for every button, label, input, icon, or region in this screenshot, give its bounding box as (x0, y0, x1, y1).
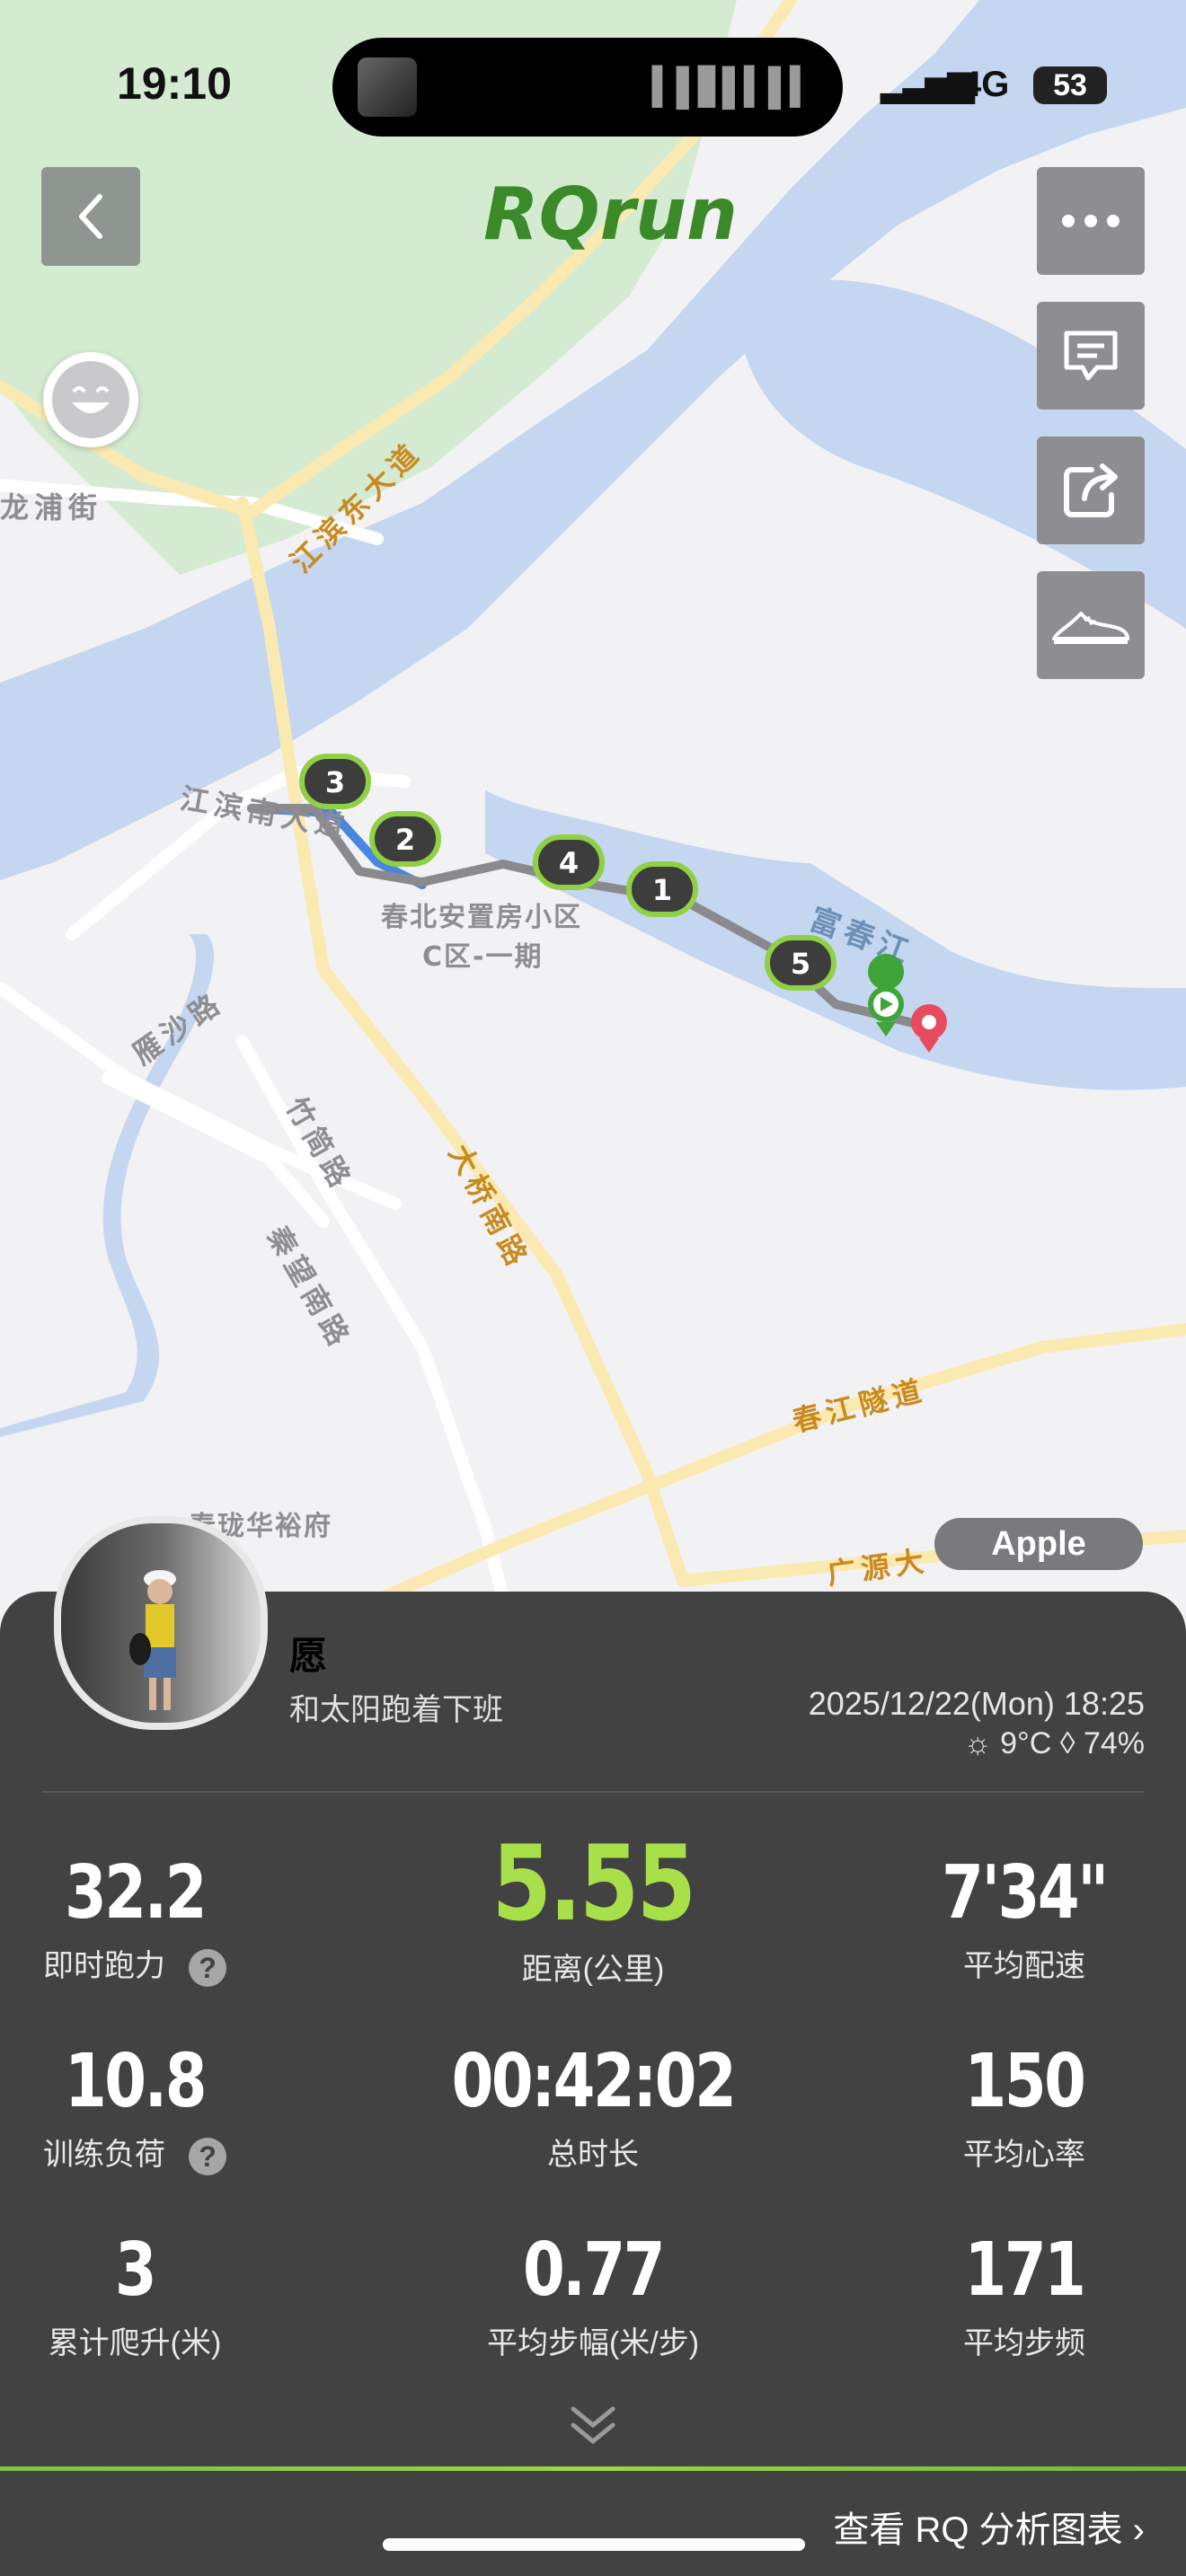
panel-divider (41, 1791, 1145, 1793)
stat-value: 7'34" (942, 1850, 1109, 1936)
stat-avg-pace: 7'34" 平均配速 (907, 1850, 1141, 1985)
stat-cadence: 171 平均步频 (907, 2228, 1141, 2362)
smile-icon (52, 361, 129, 438)
battery-icon: 53 (1033, 66, 1107, 104)
share-button[interactable] (1037, 437, 1145, 544)
map-label-community-2: C区-一期 (422, 941, 544, 973)
stat-value: 171 (964, 2228, 1086, 2313)
view-analysis-link[interactable]: 查看 RQ 分析图表 › (833, 2501, 1145, 2553)
user-motto: 和太阳跑着下班 (289, 1693, 503, 1727)
status-time: 19:10 (117, 58, 232, 109)
share-icon (1064, 463, 1118, 517)
stat-label: 平均步频 (963, 2326, 1085, 2360)
stat-label: 平均配速 (963, 1949, 1085, 1983)
user-name: 愿 (289, 1635, 328, 1677)
help-icon[interactable]: ? (189, 2138, 226, 2176)
more-icon (1062, 215, 1120, 227)
stat-training-load: 10.8 训练负荷? (18, 2039, 252, 2176)
stat-label: 距离(公里) (521, 1953, 665, 1987)
stat-value: 3 (114, 2228, 157, 2313)
home-indicator[interactable] (383, 2538, 805, 2551)
stat-value: 00:42:02 (451, 2039, 737, 2124)
stat-value: 10.8 (64, 2039, 208, 2124)
accent-line (0, 2466, 1186, 2471)
map-source-badge: Apple (934, 1518, 1143, 1570)
stat-label: 总时长 (547, 2138, 639, 2172)
brand-logo: RQrun (483, 172, 738, 256)
shoe-icon (1052, 612, 1129, 644)
now-playing-artwork (358, 57, 417, 117)
comment-icon (1064, 331, 1118, 381)
stat-label: 训练负荷? (18, 2130, 252, 2176)
status-bar: 19:10 ▍▌▋▌▍▌▍ ▂▃▅▆ 4G 53 (0, 0, 1186, 162)
stat-value: 0.77 (522, 2228, 666, 2313)
user-photo (129, 1570, 176, 1710)
more-button[interactable] (1037, 167, 1145, 275)
stat-total-time: 00:42:02 总时长 (395, 2039, 791, 2174)
run-datetime: 2025/12/22(Mon) 18:25 (808, 1685, 1145, 1722)
user-avatar[interactable] (54, 1516, 268, 1730)
chevron-double-down-icon (571, 2406, 615, 2445)
audio-wave-icon: ▍▌▋▌▍▌▍ (651, 67, 818, 107)
signal-icon: ▂▃▅▆ (881, 64, 975, 103)
map-label-community: 春北安置房小区 (381, 902, 582, 933)
expand-button[interactable] (568, 2404, 618, 2453)
stat-label: 即时跑力? (18, 1941, 252, 1988)
back-button[interactable] (41, 167, 140, 266)
emoji-avatar[interactable] (43, 352, 138, 447)
stat-label: 平均步幅(米/步) (486, 2326, 700, 2360)
comment-button[interactable] (1037, 302, 1145, 410)
stat-stride: 0.77 平均步幅(米/步) (395, 2228, 791, 2362)
stat-value: 150 (964, 2039, 1086, 2124)
stat-elevation: 3 累计爬升(米) (18, 2228, 252, 2362)
stat-running-power: 32.2 即时跑力? (18, 1850, 252, 1988)
stat-distance: 5.55 距离(公里) (413, 1823, 773, 1989)
network-type: 4G (961, 65, 1010, 104)
shoe-button[interactable] (1037, 571, 1145, 679)
weather-info: ☼ 9°C ◊ 74% (963, 1726, 1145, 1760)
stat-value: 32.2 (64, 1850, 208, 1936)
dynamic-island[interactable]: ▍▌▋▌▍▌▍ (332, 38, 843, 137)
chevron-left-icon (79, 194, 102, 239)
help-icon[interactable]: ? (189, 1949, 226, 1988)
stat-value: 5.55 (491, 1823, 696, 1945)
stat-label: 累计爬升(米) (48, 2326, 222, 2360)
map-label-pu-street: 龙浦街 (0, 490, 103, 525)
stat-label: 平均心率 (963, 2138, 1085, 2172)
stat-avg-hr: 150 平均心率 (907, 2039, 1141, 2174)
